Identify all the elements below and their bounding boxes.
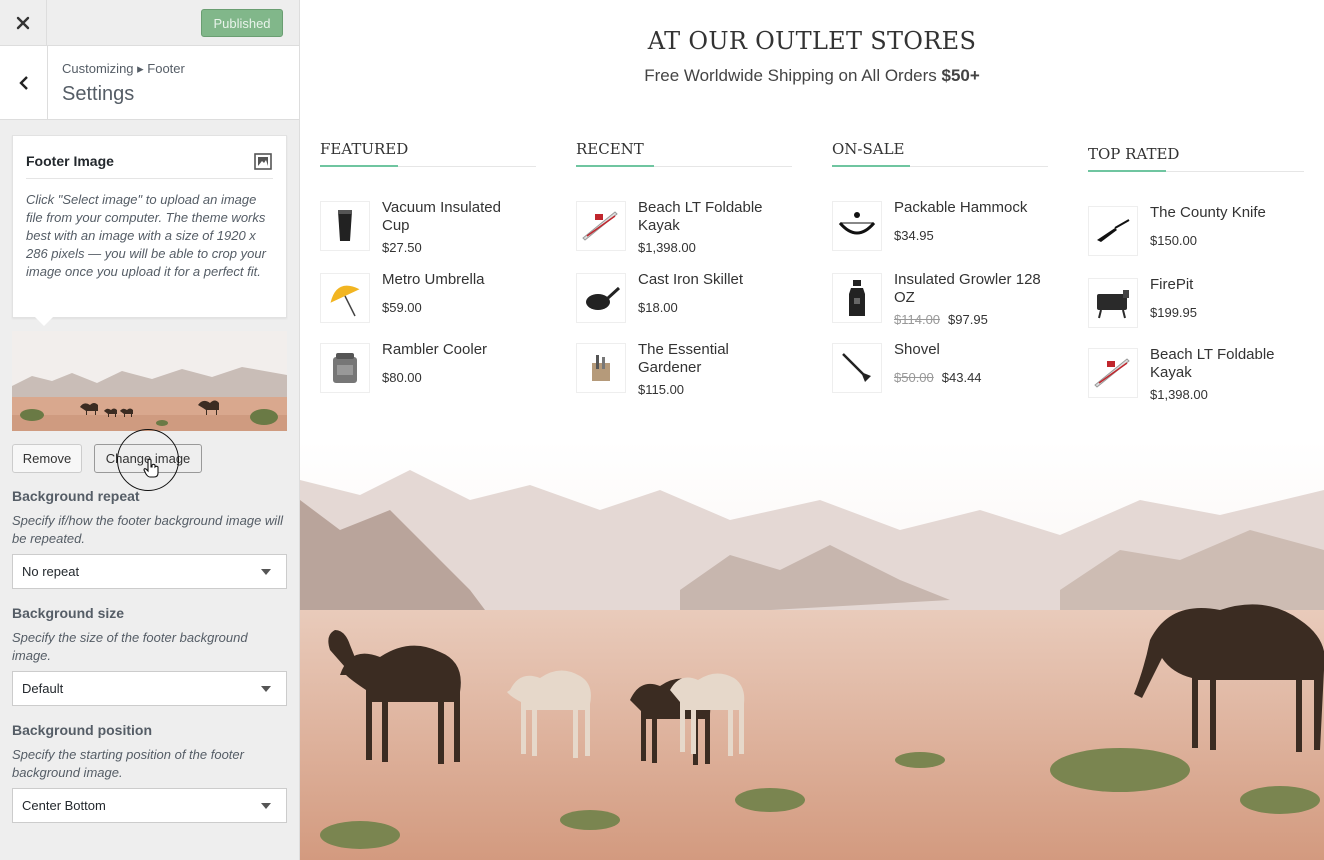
skillet-icon[interactable] xyxy=(576,273,626,323)
product-name[interactable]: Packable Hammock xyxy=(894,199,1044,217)
product-item[interactable]: The County Knife $150.00 xyxy=(1088,200,1304,270)
subtitle-threshold: $50+ xyxy=(941,66,980,85)
preview-title: AT OUR OUTLET STORES xyxy=(647,27,977,55)
site-preview: AT OUR OUTLET STORES Free Worldwide Ship… xyxy=(300,0,1324,860)
chevron-left-icon xyxy=(18,75,28,90)
product-price: $27.50 xyxy=(382,240,422,255)
product-name[interactable]: Beach LT Foldable Kayak xyxy=(1150,346,1300,382)
footer-image-title: Footer Image xyxy=(26,153,114,169)
knife-icon[interactable] xyxy=(1088,206,1138,256)
section-title: Settings xyxy=(62,83,135,105)
product-price: $80.00 xyxy=(382,370,422,385)
hand-cursor-icon xyxy=(143,458,159,478)
breadcrumb: Customizing ▸ Footer xyxy=(62,61,185,76)
original-price: $50.00 xyxy=(894,370,934,385)
product-item[interactable]: FirePit $199.95 xyxy=(1088,272,1304,342)
gardener-kit-icon[interactable] xyxy=(576,343,626,393)
background-position-select[interactable]: Center Bottom xyxy=(12,788,287,823)
product-price: $114.00 $97.95 xyxy=(894,312,988,327)
close-icon xyxy=(16,16,30,29)
back-button[interactable] xyxy=(0,46,48,119)
close-button[interactable] xyxy=(0,0,47,45)
shovel-icon[interactable] xyxy=(832,343,882,393)
sale-price: $43.44 xyxy=(941,370,982,385)
background-size-value: Default xyxy=(22,681,64,696)
background-repeat-value: No repeat xyxy=(22,564,80,579)
chevron-down-icon xyxy=(261,686,271,692)
background-position-value: Center Bottom xyxy=(22,798,106,813)
product-price: $59.00 xyxy=(382,300,422,315)
product-price: $150.00 xyxy=(1150,233,1197,248)
product-item[interactable]: Rambler Cooler $80.00 xyxy=(320,337,536,407)
product-item[interactable]: Insulated Growler 128 OZ $114.00 $97.95 xyxy=(832,267,1048,337)
published-button[interactable]: Published xyxy=(201,9,283,37)
product-item[interactable]: Shovel $50.00 $43.44 xyxy=(832,337,1048,407)
product-name[interactable]: Beach LT Foldable Kayak xyxy=(638,199,788,235)
product-name[interactable]: Vacuum Insulated Cup xyxy=(382,199,532,235)
product-price: $50.00 $43.44 xyxy=(894,370,982,385)
footer-image-card: Footer Image Click "Select image" to upl… xyxy=(12,135,287,326)
product-item[interactable]: Packable Hammock $34.95 xyxy=(832,195,1048,265)
background-repeat-label: Background repeat xyxy=(12,488,140,504)
column-heading: TOP RATED xyxy=(1088,145,1304,172)
product-price: $1,398.00 xyxy=(638,240,696,255)
column-recent: RECENT Beach LT Foldable Kayak $1,398.00… xyxy=(576,140,792,407)
product-name[interactable]: FirePit xyxy=(1150,276,1300,294)
background-position-label: Background position xyxy=(12,722,152,738)
product-item[interactable]: Beach LT Foldable Kayak $1,398.00 xyxy=(576,195,792,265)
column-on-sale: ON-SALE Packable Hammock $34.95 Insulate… xyxy=(832,140,1048,407)
cup-icon[interactable] xyxy=(320,201,370,251)
section-header: Customizing ▸ Footer Settings xyxy=(0,46,299,120)
product-item[interactable]: Beach LT Foldable Kayak $1,398.00 xyxy=(1088,342,1304,412)
product-name[interactable]: Cast Iron Skillet xyxy=(638,271,788,289)
column-featured: FEATURED Vacuum Insulated Cup $27.50 Met… xyxy=(320,140,536,407)
sale-price: $97.95 xyxy=(948,312,988,327)
chevron-down-icon xyxy=(261,803,271,809)
product-name[interactable]: The County Knife xyxy=(1150,204,1300,222)
column-heading: ON-SALE xyxy=(832,140,1048,167)
column-top-rated: TOP RATED The County Knife $150.00 FireP… xyxy=(1088,145,1304,412)
product-price: $199.95 xyxy=(1150,305,1197,320)
chevron-down-icon xyxy=(261,569,271,575)
product-item[interactable]: Vacuum Insulated Cup $27.50 xyxy=(320,195,536,265)
product-item[interactable]: Metro Umbrella $59.00 xyxy=(320,267,536,337)
product-name[interactable]: Rambler Cooler xyxy=(382,341,532,359)
subtitle-text: Free Worldwide Shipping on All Orders xyxy=(644,66,942,85)
product-name[interactable]: The Essential Gardener xyxy=(638,341,788,377)
product-price: $34.95 xyxy=(894,228,934,243)
product-name[interactable]: Shovel xyxy=(894,341,1044,359)
product-price: $18.00 xyxy=(638,300,678,315)
original-price: $114.00 xyxy=(894,312,941,327)
customizer-topbar: Published xyxy=(0,0,299,46)
background-size-select[interactable]: Default xyxy=(12,671,287,706)
background-size-description: Specify the size of the footer backgroun… xyxy=(12,630,248,663)
card-divider xyxy=(26,178,273,179)
product-item[interactable]: The Essential Gardener $115.00 xyxy=(576,337,792,407)
footer-image-thumbnail xyxy=(12,331,287,431)
firepit-icon[interactable] xyxy=(1088,278,1138,328)
product-name[interactable]: Insulated Growler 128 OZ xyxy=(894,271,1044,307)
remove-image-button[interactable]: Remove xyxy=(12,444,82,473)
column-heading: FEATURED xyxy=(320,140,536,167)
background-position-description: Specify the starting position of the foo… xyxy=(12,747,244,780)
background-size-label: Background size xyxy=(12,605,125,621)
background-repeat-select[interactable]: No repeat xyxy=(12,554,287,589)
product-item[interactable]: Cast Iron Skillet $18.00 xyxy=(576,267,792,337)
image-icon xyxy=(254,153,272,170)
cooler-icon[interactable] xyxy=(320,343,370,393)
kayak-icon[interactable] xyxy=(576,201,626,251)
preview-subtitle: Free Worldwide Shipping on All Orders $5… xyxy=(300,66,1324,86)
footer-background-image xyxy=(300,440,1324,860)
background-repeat-description: Specify if/how the footer background ima… xyxy=(12,513,283,546)
footer-image-description: Click "Select image" to upload an image … xyxy=(26,192,266,279)
product-price: $1,398.00 xyxy=(1150,387,1208,402)
product-price: $115.00 xyxy=(638,382,685,397)
product-name[interactable]: Metro Umbrella xyxy=(382,271,532,289)
hammock-icon[interactable] xyxy=(832,201,882,251)
kayak-icon[interactable] xyxy=(1088,348,1138,398)
growler-icon[interactable] xyxy=(832,273,882,323)
umbrella-icon[interactable] xyxy=(320,273,370,323)
column-heading: RECENT xyxy=(576,140,792,167)
customizer-panel: Published Customizing ▸ Footer Settings … xyxy=(0,0,300,860)
